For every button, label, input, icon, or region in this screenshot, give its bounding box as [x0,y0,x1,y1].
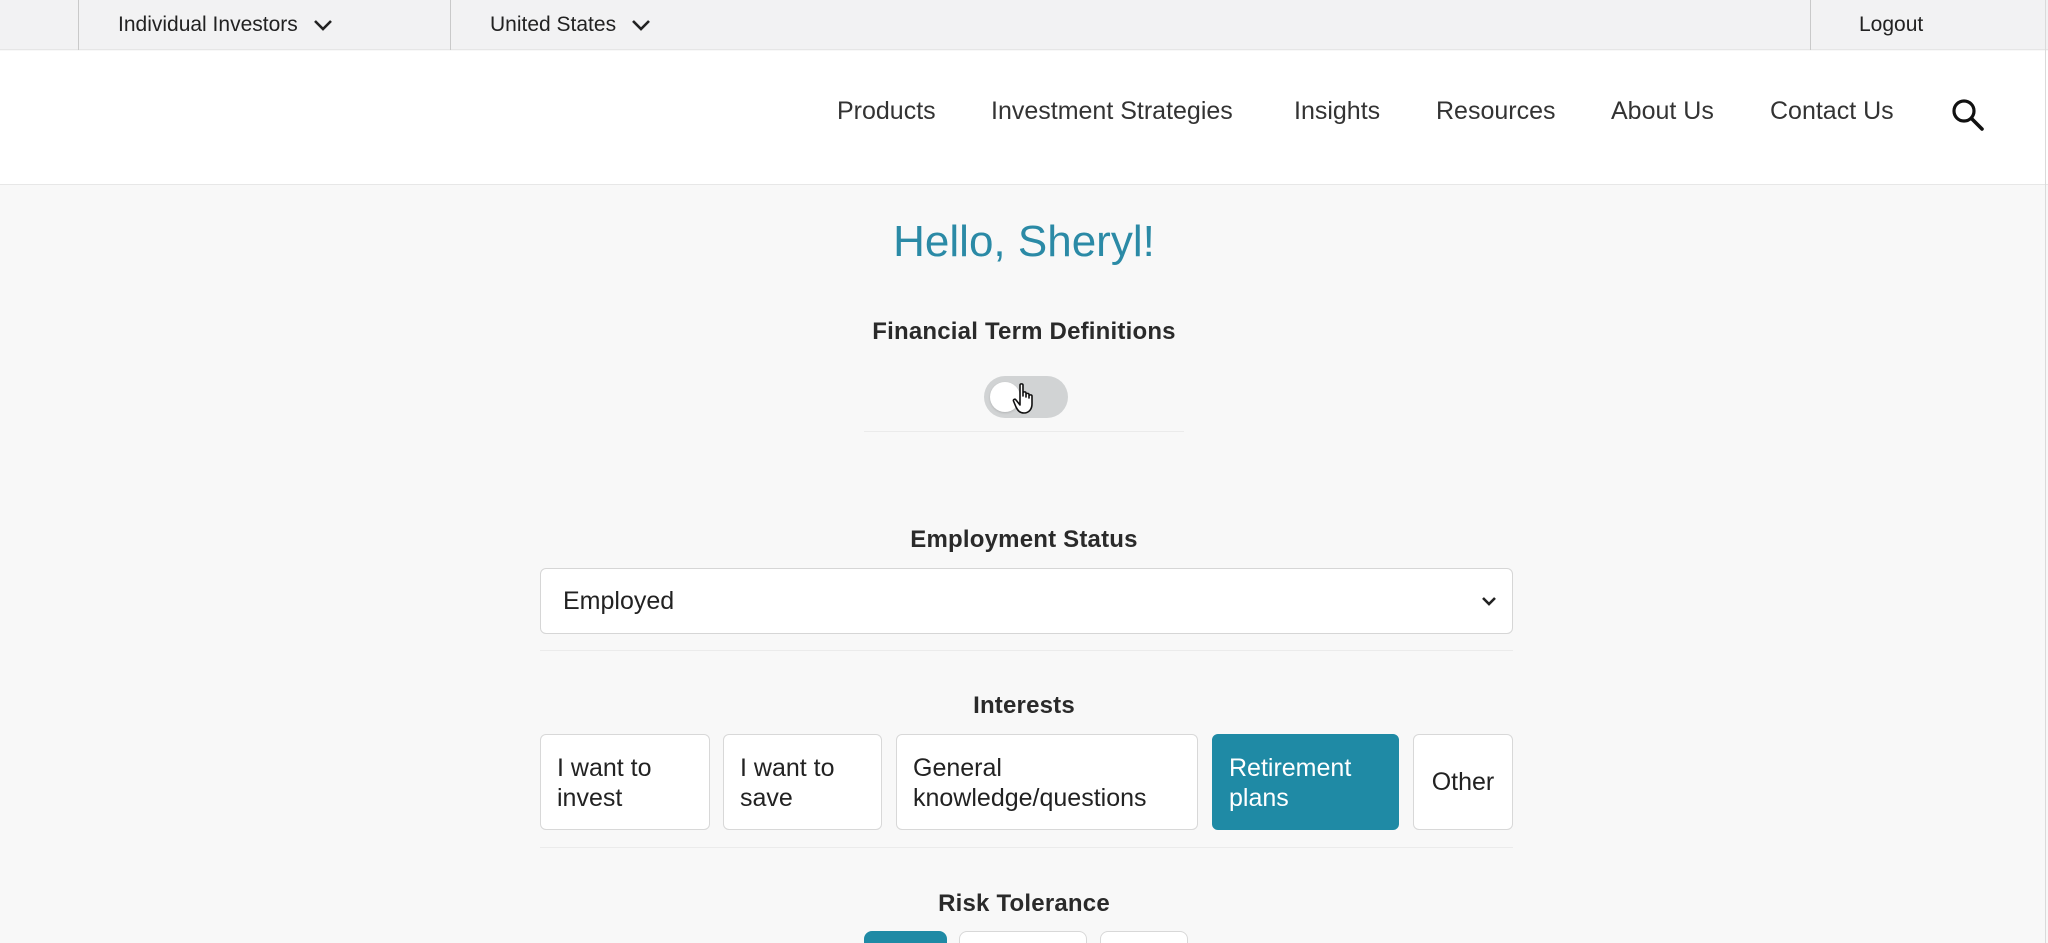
section-divider [864,431,1184,432]
risk-option[interactable] [959,931,1087,943]
chevron-down-icon [1482,597,1496,606]
interests-title: Interests [973,692,1075,719]
employment-status-select[interactable]: Employed [540,568,1513,634]
nav-item-contact-us[interactable]: Contact Us [1770,93,1894,129]
section-divider [540,650,1513,651]
financial-terms-title: Financial Term Definitions [872,318,1176,345]
chevron-down-icon [632,20,650,31]
chevron-down-icon [313,20,332,31]
interest-option-save[interactable]: I want to save [723,734,882,830]
employment-status-title: Employment Status [910,526,1138,553]
page-edge [2045,0,2046,943]
utility-divider [1810,0,1811,50]
interest-option-invest[interactable]: I want to invest [540,734,710,830]
employment-status-value: Employed [563,587,675,615]
logout-link[interactable]: Logout [1859,0,1923,50]
region-selector[interactable]: United States [490,0,652,50]
risk-option[interactable] [864,931,947,943]
interest-option-label: Other [1431,768,1495,796]
nav-item-products[interactable]: Products [837,93,936,129]
search-icon[interactable] [1950,97,1986,133]
nav-item-insights[interactable]: Insights [1294,93,1380,129]
nav-item-resources[interactable]: Resources [1436,93,1556,129]
audience-label: Individual Investors [118,13,298,36]
main-nav: Products Investment Strategies Insights … [0,51,2048,185]
section-divider [540,847,1513,848]
financial-terms-toggle[interactable] [984,376,1068,418]
interest-option-retirement-plans[interactable]: Retirement plans [1212,734,1399,830]
utility-bar: Individual Investors United States Logou… [0,0,2048,50]
interest-option-label: General knowledge/questions [913,754,1147,812]
interest-option-label: I want to invest [557,754,652,812]
utility-divider [450,0,451,50]
interest-option-label: Retirement plans [1229,754,1352,812]
toggle-knob [990,382,1020,412]
greeting-heading: Hello, Sheryl! [893,217,1155,266]
nav-item-about-us[interactable]: About Us [1611,93,1714,129]
interest-option-other[interactable]: Other [1413,734,1513,830]
risk-option[interactable] [1100,931,1188,943]
audience-selector[interactable]: Individual Investors [118,0,334,50]
nav-item-investment-strategies[interactable]: Investment Strategies [991,93,1233,129]
interest-option-label: I want to save [740,754,835,812]
region-label: United States [490,13,617,36]
risk-tolerance-title: Risk Tolerance [938,890,1110,917]
interest-option-general-knowledge[interactable]: General knowledge/questions [896,734,1198,830]
utility-divider [78,0,79,50]
